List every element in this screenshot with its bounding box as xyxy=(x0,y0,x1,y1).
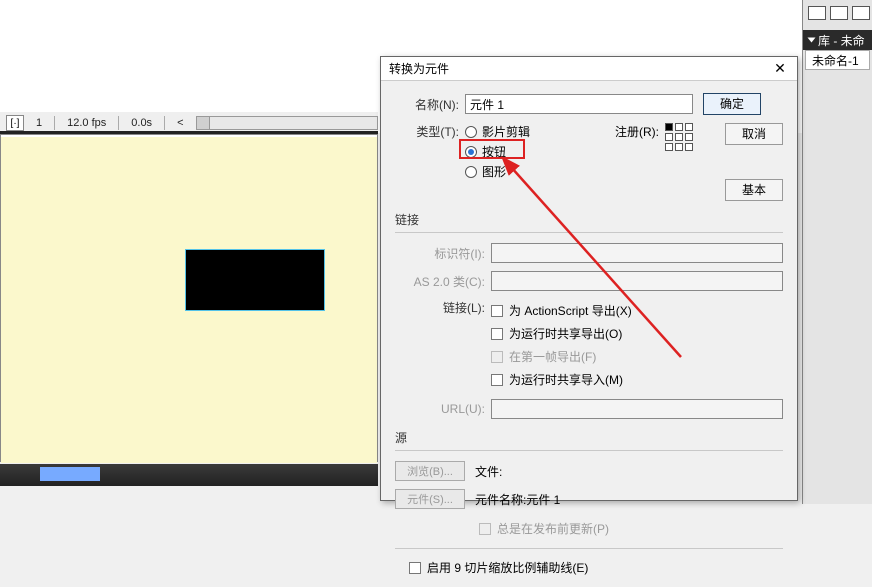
radio-graphic[interactable]: 图形 xyxy=(465,163,555,180)
identifier-input xyxy=(491,243,783,263)
type-radio-group: 影片剪辑 按钮 图形 xyxy=(465,123,555,180)
radio-icon xyxy=(465,166,477,178)
frame-number: 1 xyxy=(32,117,46,129)
layout-icon[interactable] xyxy=(852,6,870,20)
chk-rt-export[interactable]: 为运行时共享导出(O) xyxy=(491,325,632,342)
panel-layout-icons xyxy=(808,6,870,20)
stage-container xyxy=(0,134,378,462)
url-row: URL(U): xyxy=(395,399,783,419)
linkage-label: 链接(L): xyxy=(395,299,491,316)
center-frame-icon[interactable]: [·] xyxy=(6,115,24,131)
identifier-label: 标识符(I): xyxy=(395,245,491,262)
chk-as-export[interactable]: 为 ActionScript 导出(X) xyxy=(491,302,632,319)
name-input[interactable] xyxy=(465,94,693,114)
type-label: 类型(T): xyxy=(395,123,465,140)
chk-rt-import[interactable]: 为运行时共享导入(M) xyxy=(491,371,632,388)
close-icon[interactable]: ✕ xyxy=(771,60,789,78)
timeline-scrollbar[interactable] xyxy=(196,116,379,130)
checkbox-icon xyxy=(491,351,503,363)
as2-class-input xyxy=(491,271,783,291)
checkbox-icon xyxy=(491,328,503,340)
chk-always-update: 总是在发布前更新(P) xyxy=(479,520,609,537)
reg-cell[interactable] xyxy=(685,133,693,141)
cancel-button[interactable]: 取消 xyxy=(725,123,783,145)
separator xyxy=(395,232,783,233)
reg-cell[interactable] xyxy=(685,143,693,151)
as2-class-label: AS 2.0 类(C): xyxy=(395,273,491,290)
chk-label: 在第一帧导出(F) xyxy=(509,348,596,365)
reg-cell[interactable] xyxy=(665,143,673,151)
reg-cell[interactable] xyxy=(675,123,683,131)
always-update-row: 总是在发布前更新(P) xyxy=(395,517,783,540)
convert-to-symbol-dialog: 转换为元件 ✕ 名称(N): 确定 类型(T): 影片剪辑 按钮 xyxy=(380,56,798,501)
toolbar-separator xyxy=(164,116,165,130)
browse-row: 浏览(B)... 文件: xyxy=(395,461,783,481)
annotation-highlight-box xyxy=(459,139,525,159)
ok-button[interactable]: 确定 xyxy=(703,93,761,115)
separator xyxy=(395,548,783,549)
chk-label: 启用 9 切片缩放比例辅助线(E) xyxy=(427,559,588,576)
bottom-selection[interactable] xyxy=(40,467,100,481)
doc-name: 未命名-1 xyxy=(812,52,859,69)
checkbox-icon xyxy=(409,562,421,574)
browse-button: 浏览(B)... xyxy=(395,461,465,481)
symbol-row: 元件(S)... 元件名称:元件 1 xyxy=(395,489,783,509)
file-label: 文件: xyxy=(475,463,502,480)
symbol-name-label: 元件名称:元件 1 xyxy=(475,491,560,508)
disclosure-triangle-icon xyxy=(808,38,816,43)
source-section-header: 源 xyxy=(395,429,783,446)
registration-grid[interactable] xyxy=(665,123,693,151)
library-label: 库 - 未命 xyxy=(818,32,865,49)
fps-display: 12.0 fps xyxy=(63,117,110,129)
selected-shape-rectangle[interactable] xyxy=(185,249,325,311)
chk-label: 为 ActionScript 导出(X) xyxy=(509,302,632,319)
identifier-row: 标识符(I): xyxy=(395,243,783,263)
layout-icon[interactable] xyxy=(808,6,826,20)
radio-movie-clip[interactable]: 影片剪辑 xyxy=(465,123,555,140)
radio-label: 图形 xyxy=(482,163,506,180)
scroll-left-icon[interactable]: < xyxy=(173,117,187,129)
stage-canvas[interactable] xyxy=(1,137,377,463)
name-row: 名称(N): 确定 xyxy=(395,93,783,115)
checkbox-icon xyxy=(491,305,503,317)
reg-cell[interactable] xyxy=(675,143,683,151)
type-row: 类型(T): 影片剪辑 按钮 图形 注册(R): xyxy=(395,123,783,201)
toolbar-separator xyxy=(118,116,119,130)
chk-first-frame: 在第一帧导出(F) xyxy=(491,348,632,365)
register-label: 注册(R): xyxy=(615,123,659,140)
time-display: 0.0s xyxy=(127,117,156,129)
basic-button[interactable]: 基本 xyxy=(725,179,783,201)
chk-9slice[interactable]: 启用 9 切片缩放比例辅助线(E) xyxy=(395,559,783,576)
checkbox-icon xyxy=(491,374,503,386)
as2-class-row: AS 2.0 类(C): xyxy=(395,271,783,291)
chk-label: 总是在发布前更新(P) xyxy=(497,520,609,537)
linkage-section-header: 链接 xyxy=(395,211,783,228)
library-doc-tab[interactable]: 未命名-1 xyxy=(805,50,870,70)
separator xyxy=(395,450,783,451)
symbol-button: 元件(S)... xyxy=(395,489,465,509)
linkage-options-row: 链接(L): 为 ActionScript 导出(X) 为运行时共享导出(O) … xyxy=(395,299,783,391)
bottom-status-bar xyxy=(0,464,378,486)
url-input xyxy=(491,399,783,419)
url-label: URL(U): xyxy=(395,402,491,416)
layout-icon[interactable] xyxy=(830,6,848,20)
reg-cell[interactable] xyxy=(665,133,673,141)
checkbox-icon xyxy=(479,523,491,535)
toolbar-separator xyxy=(54,116,55,130)
reg-cell[interactable] xyxy=(685,123,693,131)
name-label: 名称(N): xyxy=(395,96,465,113)
library-panel-header[interactable]: 库 - 未命 xyxy=(803,30,872,50)
right-panel: 库 - 未命 未命名-1 xyxy=(802,0,872,504)
dialog-body: 名称(N): 确定 类型(T): 影片剪辑 按钮 图形 xyxy=(381,81,797,587)
reg-cell[interactable] xyxy=(675,133,683,141)
dialog-title: 转换为元件 xyxy=(389,60,449,77)
radio-label: 影片剪辑 xyxy=(482,123,530,140)
radio-icon xyxy=(465,126,477,138)
dialog-titlebar: 转换为元件 ✕ xyxy=(381,57,797,81)
chk-label: 为运行时共享导出(O) xyxy=(509,325,622,342)
chk-label: 为运行时共享导入(M) xyxy=(509,371,623,388)
reg-cell[interactable] xyxy=(665,123,673,131)
